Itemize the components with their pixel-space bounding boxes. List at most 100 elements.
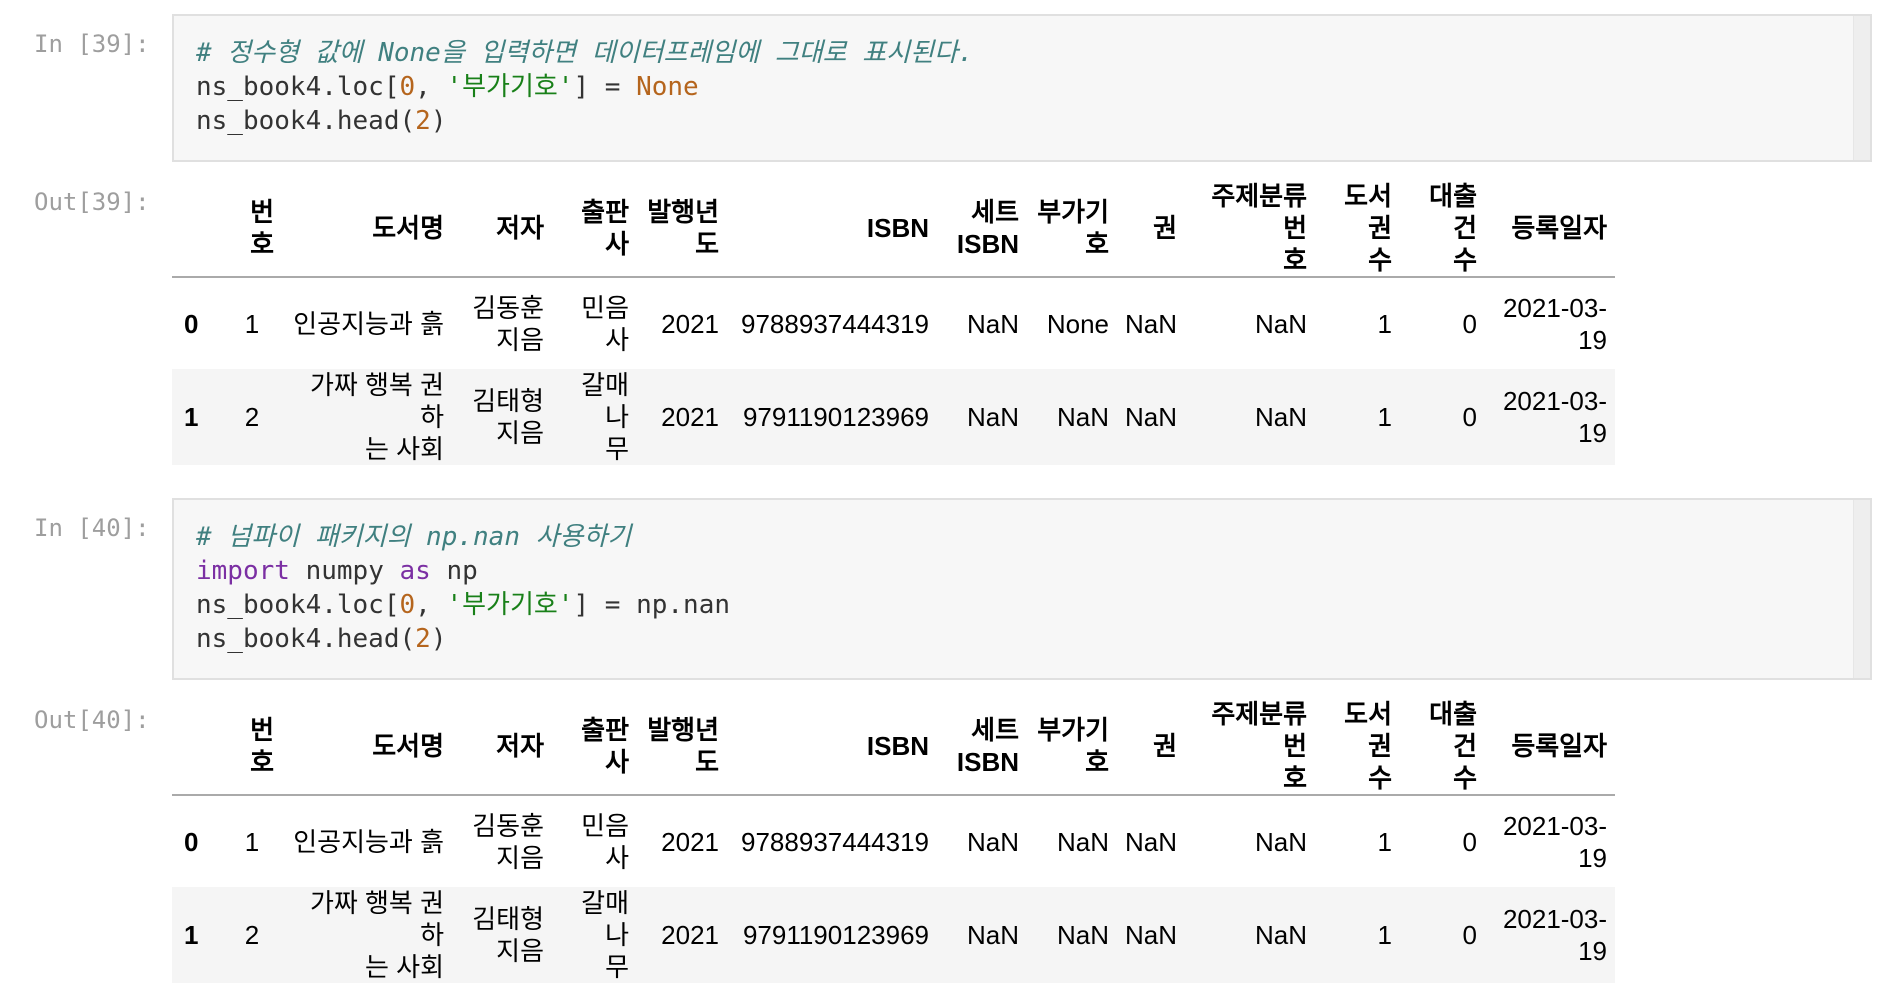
table-cell: NaN: [1117, 277, 1185, 369]
code-token: ns_book4.loc[: [196, 590, 400, 620]
table-cell: 가짜 행복 권하 는 사회: [282, 369, 452, 465]
code-token: as: [399, 556, 431, 586]
cell-text: 세트: [971, 715, 1019, 745]
cell-text: 가짜 행복 권하: [309, 370, 444, 432]
code-token: ): [430, 106, 447, 136]
table-cell: 2021: [637, 277, 727, 369]
cell-text: 1: [1377, 308, 1393, 339]
table-cell: 2: [222, 887, 282, 983]
column-header: ISBN: [727, 698, 937, 796]
code-comment: # 넘파이 패키지의 np.nan 사용하기: [196, 522, 632, 552]
index-header: [172, 180, 222, 278]
table-cell: NaN: [1027, 369, 1117, 465]
table-cell: 9788937444319: [727, 795, 937, 887]
table-cell: 2021-03- 19: [1485, 369, 1615, 465]
cell-text: 도: [695, 747, 719, 777]
cell-text: ISBN: [956, 229, 1019, 259]
cell-text: NaN: [1056, 402, 1109, 432]
cell-text: NaN: [1255, 826, 1308, 857]
cell-text: 등록일자: [1511, 731, 1608, 761]
cell-text: 인공지능과 흙: [293, 826, 444, 857]
cell-text: 1: [244, 826, 260, 857]
cell-text: 1: [1377, 826, 1393, 857]
cell-text: None: [1046, 308, 1109, 339]
cell-text: 19: [1578, 418, 1608, 448]
cell-text: 출판사: [581, 197, 629, 259]
column-header: 부가기 호: [1027, 698, 1117, 796]
table-cell: 갈매나 무: [552, 369, 637, 465]
table-cell: NaN: [937, 277, 1027, 369]
cell-text: 2021-03-: [1502, 810, 1608, 841]
table-cell: 1: [1315, 887, 1400, 983]
cell-text: NaN: [1255, 308, 1308, 339]
cell-text: 2021: [661, 920, 719, 950]
table-cell: 2021: [637, 887, 727, 983]
cell-text: 민음사: [581, 810, 629, 873]
table-cell: NaN: [1117, 369, 1185, 465]
code-token: ): [430, 624, 447, 654]
cell-text: 호: [1085, 747, 1109, 777]
column-header: 도서명: [282, 180, 452, 278]
code-line: ns_book4.head(2): [196, 104, 974, 138]
column-header: ISBN: [727, 180, 937, 278]
table-cell: NaN: [1185, 369, 1315, 465]
cell-text: 주제분류번: [1211, 699, 1308, 761]
cell-text: 권: [1153, 731, 1178, 761]
cell-text: 번: [250, 715, 274, 745]
table-cell: NaN: [1117, 887, 1185, 983]
table-cell: NaN: [1027, 887, 1117, 983]
column-header: 저자: [452, 180, 552, 278]
cell-text: 1: [184, 920, 199, 950]
column-header: 도서권 수: [1315, 698, 1401, 796]
table-cell: NaN: [1185, 795, 1315, 887]
code-token: 2: [415, 106, 431, 136]
cell-text: 인공지능과 흙: [293, 308, 444, 339]
cell-text: NaN: [1125, 308, 1178, 339]
header-row: 번 호 도서명 저자 출판사 발행년 도 ISBN 세트 ISBN 부가기 호 권 주제분류번 호 도서권 수 대…: [172, 698, 1616, 796]
table-cell: NaN: [937, 795, 1027, 887]
table-cell: 9791190123969: [727, 369, 937, 465]
cell-text: 1: [1377, 920, 1393, 950]
cell-text: NaN: [966, 920, 1019, 950]
column-header: 주제분류번 호: [1185, 698, 1316, 796]
cell-text: 갈매나: [581, 370, 629, 432]
code-token: 0: [399, 590, 416, 620]
cell-text: 등록일자: [1511, 213, 1608, 243]
table-cell: 김태형 지음: [452, 887, 552, 983]
column-header: 주제분류번 호: [1185, 180, 1316, 278]
code-token: 0: [399, 72, 416, 102]
cell-text: 1: [244, 308, 260, 339]
cell-text: 는 사회: [365, 434, 444, 464]
column-header: 권: [1117, 180, 1186, 278]
cell-text: 0: [1462, 920, 1478, 950]
code-editor[interactable]: # 넘파이 패키지의 np.nan 사용하기 import numpy as np…: [196, 520, 730, 656]
cell-text: 김태형: [472, 386, 544, 416]
cell-text: 호: [1283, 245, 1308, 275]
cell-text: 저자: [496, 731, 544, 761]
out-prompt: Out[39]:: [34, 188, 150, 216]
cell-text: 19: [1578, 936, 1608, 966]
dataframe-table: 번 호 도서명 저자 출판사 발행년 도 ISBN 세트 ISBN 부가기 호 권 주제분류번 호 도서권 수 대…: [172, 180, 1616, 465]
cell-text: 수: [1453, 763, 1478, 793]
cell-text: 9788937444319: [741, 308, 929, 339]
cell-text: 지음: [496, 842, 544, 873]
cell-text: 0: [1462, 826, 1478, 857]
table-row: 0 1 인공지능과 흙 김동훈 지음 민음사 2021 9788937444319 NaN Non…: [172, 277, 1615, 369]
cell-text: 번: [250, 197, 274, 227]
cell-text: 0: [184, 308, 199, 339]
cell-text: 호: [250, 229, 274, 259]
index-header: [172, 698, 222, 796]
code-editor[interactable]: # 정수형 값에 None을 입력하면 데이터프레임에 그대로 표시된다. ns_…: [196, 36, 974, 138]
cell-text: 호: [1085, 229, 1109, 259]
code-token: None: [636, 72, 699, 102]
cell-text: 2021-03-: [1502, 904, 1608, 934]
row-index: 0: [172, 795, 222, 887]
cell-text: NaN: [1056, 920, 1109, 950]
table-cell: 김동훈 지음: [452, 795, 552, 887]
cell-text: 0: [184, 826, 199, 857]
cell-text: 2021-03-: [1502, 386, 1608, 416]
code-input-area[interactable]: # 넘파이 패키지의 np.nan 사용하기 import numpy as np…: [172, 498, 1872, 680]
code-input-area[interactable]: # 정수형 값에 None을 입력하면 데이터프레임에 그대로 표시된다. ns_…: [172, 14, 1872, 162]
column-header: 도서권 수: [1315, 180, 1401, 278]
table-cell: 2021-03- 19: [1485, 277, 1615, 369]
